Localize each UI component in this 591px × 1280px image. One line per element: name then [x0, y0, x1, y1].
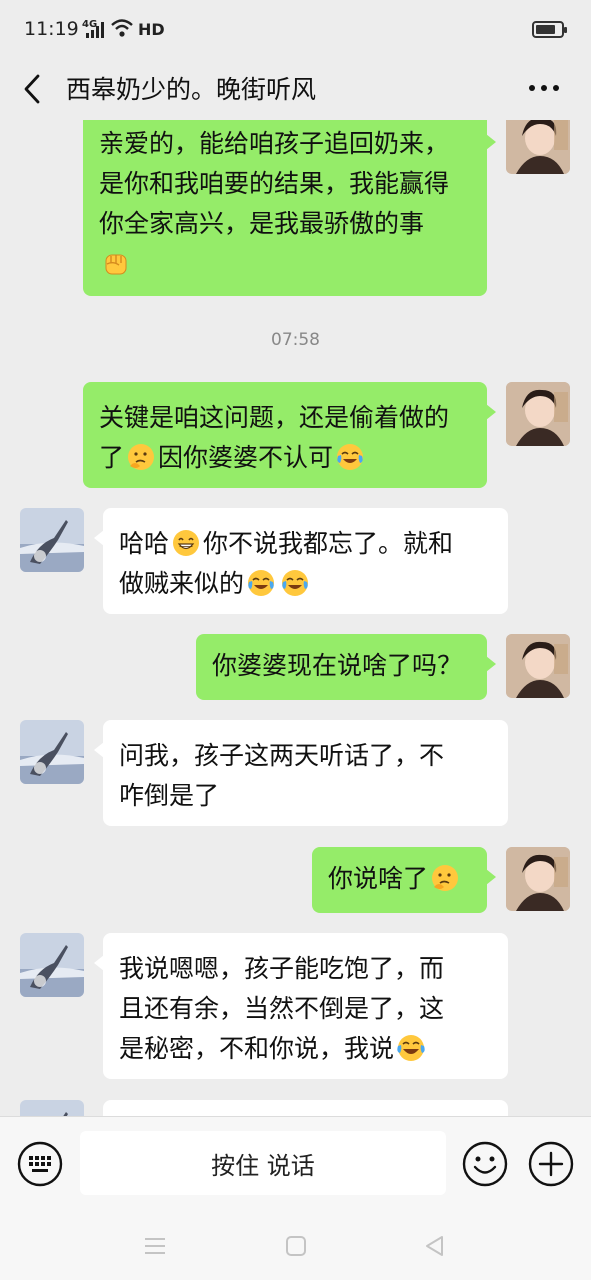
more-icon — [529, 85, 559, 91]
message-line: 是你和我咱要的结果，我能赢得 — [99, 169, 450, 198]
avatar-contact[interactable] — [20, 508, 84, 572]
emoji-icon — [462, 1141, 508, 1187]
message-line: 咋倒是了 — [119, 781, 220, 810]
back-triangle-icon[interactable] — [420, 1232, 450, 1260]
status-time: 11:19 — [24, 18, 79, 40]
message-text: 做贼来似的 — [119, 569, 245, 598]
push-to-talk-label: 按住 说话 — [211, 1151, 315, 1180]
battery-icon — [532, 21, 567, 38]
avatar-self[interactable] — [506, 382, 570, 446]
message-line: 我说嗯嗯，孩子能吃饱了，而 — [119, 954, 445, 983]
push-to-talk-button[interactable]: 按住 说话 — [80, 1131, 446, 1195]
message-bubble-received[interactable]: 哈哈 你不说我都忘了。就和 做贼来似的 — [94, 508, 508, 614]
plus-icon — [528, 1141, 574, 1187]
crying-laughing-emoji-icon — [337, 444, 364, 470]
menu-icon[interactable] — [140, 1232, 170, 1260]
more-button[interactable] — [520, 70, 568, 106]
message-text: 你不说我都忘了。就和 — [203, 529, 454, 558]
back-button[interactable] — [12, 62, 56, 114]
emoji-button[interactable] — [462, 1141, 508, 1187]
thinking-emoji-icon — [128, 444, 155, 470]
back-arrow-icon — [24, 74, 40, 104]
chat-title: 西皋奶少的。晚街听风 — [66, 75, 317, 104]
message-text: 了 — [99, 443, 125, 472]
keyboard-icon — [17, 1141, 63, 1187]
timestamp: 07:58 — [271, 330, 320, 350]
message-list[interactable]: 亲爱的，能给咱孩子追回奶来， 是你和我咱要的结果，我能赢得 你全家高兴，是我最骄… — [0, 120, 591, 1116]
message-bubble-received[interactable] — [103, 1100, 508, 1116]
message-bubble-sent[interactable]: 亲爱的，能给咱孩子追回奶来， 是你和我咱要的结果，我能赢得 你全家高兴，是我最骄… — [83, 120, 496, 296]
avatar-contact[interactable] — [20, 720, 84, 784]
avatar-self[interactable] — [506, 120, 570, 174]
message-text: 哈哈 — [119, 529, 170, 558]
message-line: 关键是咱这问题，还是偷着做的 — [99, 403, 450, 432]
crying-laughing-emoji-icon — [248, 570, 275, 596]
message-bubble-sent[interactable]: 你说啥了 — [312, 847, 496, 913]
hd-indicator: HD — [138, 20, 165, 39]
fist-emoji-icon — [105, 254, 127, 275]
avatar-self[interactable] — [506, 634, 570, 698]
message-line: 亲爱的，能给咱孩子追回奶来， — [99, 129, 450, 158]
message-bubble-received[interactable]: 我说嗯嗯，孩子能吃饱了，而 且还有余，当然不倒是了，这 是秘密，不和你说，我说 — [94, 933, 508, 1079]
message-text: 因你婆婆不认可 — [158, 443, 334, 472]
message-text: 你婆婆现在说啥了吗？ — [212, 651, 463, 680]
crying-laughing-emoji-icon — [282, 570, 309, 596]
message-bubble-sent[interactable]: 关键是咱这问题，还是偷着做的 了 因你婆婆不认可 — [83, 382, 496, 488]
avatar-contact[interactable] — [20, 933, 84, 997]
more-functions-button[interactable] — [528, 1141, 574, 1187]
grinning-emoji-icon — [173, 530, 200, 556]
home-icon[interactable] — [281, 1232, 311, 1260]
message-line: 且还有余，当然不倒是了，这 — [119, 994, 445, 1023]
message-bubble-sent[interactable]: 你婆婆现在说啥了吗？ — [196, 634, 496, 700]
input-bar: 按住 说话 — [0, 1116, 591, 1212]
wifi-icon — [111, 19, 133, 37]
message-text: 你说啥了 — [328, 864, 429, 893]
message-line: 你全家高兴，是我最骄傲的事 — [99, 209, 425, 238]
thinking-emoji-icon — [432, 865, 459, 891]
avatar-contact[interactable] — [20, 1100, 84, 1116]
keyboard-toggle-button[interactable] — [17, 1141, 63, 1187]
chat-header: 西皋奶少的。晚街听风 — [0, 56, 591, 120]
message-bubble-received[interactable]: 问我，孩子这两天听话了，不 咋倒是了 — [94, 720, 508, 826]
message-line: 问我，孩子这两天听话了，不 — [119, 741, 445, 770]
signal-icon — [86, 22, 104, 38]
message-text: 是秘密，不和你说，我说 — [119, 1034, 395, 1063]
tears-of-joy-emoji-icon — [397, 1035, 425, 1061]
avatar-self[interactable] — [506, 847, 570, 911]
system-navigation-bar — [0, 1212, 591, 1280]
status-bar: 11:19 4G HD — [0, 0, 591, 56]
